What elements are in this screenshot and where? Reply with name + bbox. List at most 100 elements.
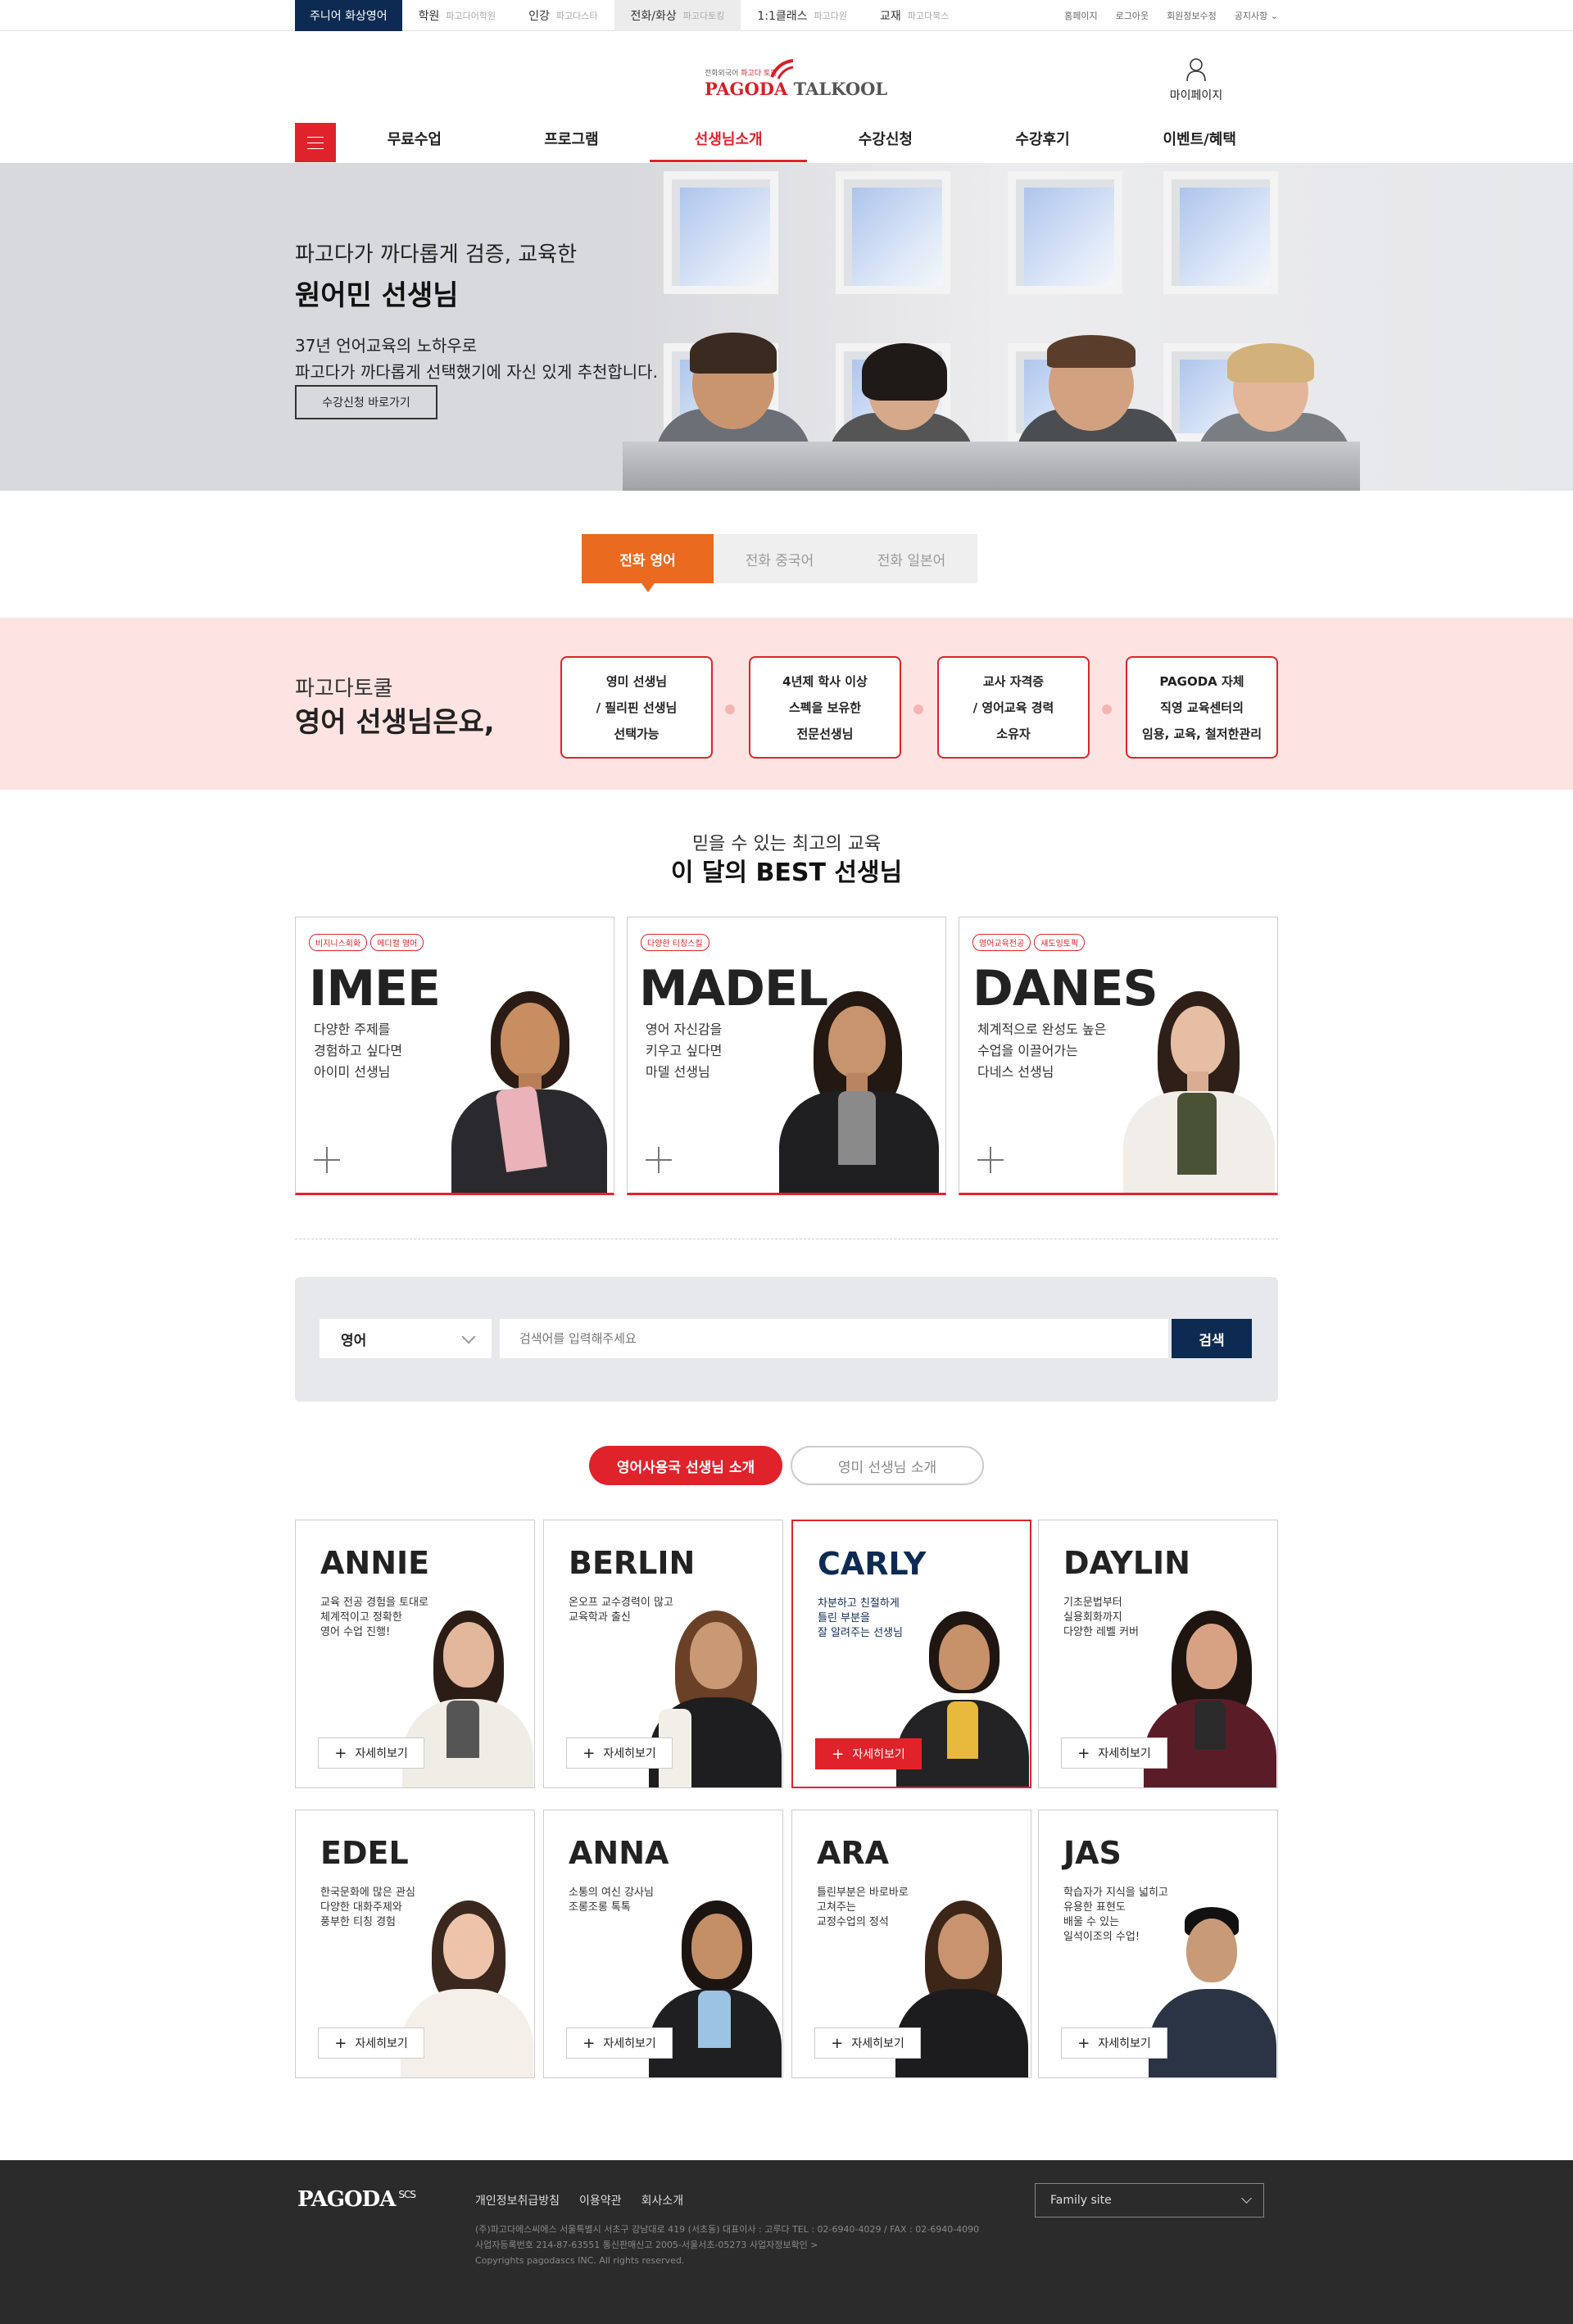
site-tab-one-on-one[interactable]: 1:1클래스 파고다원 [741,0,864,31]
util-notice-label: 공지사항 [1234,11,1268,21]
desc-line: 일석이조의 수업! [1063,1931,1140,1943]
teacher-photo [443,991,614,1193]
site-tab-phone[interactable]: 전화/화상 파고다토킹 [614,0,741,31]
site-tab-label: 1:1클래스 [757,10,808,23]
footer-info-line: (주)파고다에스씨에스 서울특별시 서초구 강남대로 419 (서초동) 대표이… [475,2224,980,2235]
teacher-photo [1115,991,1277,1193]
footer-links: 개인정보취급방침 이용약관 회사소개 [475,2192,683,2208]
desc-line: 한국문화에 많은 관심 [320,1887,415,1899]
detail-button[interactable]: + 자세히보기 [566,2027,673,2059]
teacher-desc: 다양한 주제를 경험하고 싶다면 아이미 선생님 [314,1019,402,1083]
desc-line: 다양한 대화주제와 [320,1901,402,1914]
teacher-name: ARA [817,1835,890,1871]
desc-line: 영어 자신감을 [646,1022,723,1037]
best-teacher-card[interactable]: 비지니스회화 메디컬 영어 IMEE 다양한 주제를 경험하고 싶다면 아이미 선생님 [295,917,614,1195]
detail-button[interactable]: + 자세히보기 [815,1738,922,1769]
desc-line: 교정수업의 정석 [817,1916,889,1928]
nav-item-reviews[interactable]: 수강후기 [964,121,1122,162]
nav-item-teachers[interactable]: 선생님소개 [650,121,807,162]
best-teacher-card[interactable]: 영어교육전공 섀도잉토픽 DANES 체계적으로 완성도 높은 수업을 이끌어가는 다… [959,917,1278,1195]
desc-line: 배울 수 있는 [1063,1916,1120,1928]
teacher-card[interactable]: BERLIN 온오프 교수경력이 많고 교육학과 출신 + 자세히보기 [543,1520,783,1788]
desc-line: 다네스 선생님 [977,1064,1054,1080]
detail-button-label: 자세히보기 [603,1747,656,1760]
feature-line: 임용, 교육, 철저한관리 [1141,726,1262,741]
teacher-card[interactable]: EDEL 한국문화에 많은 관심 다양한 대화주제와 풍부한 티칭 경험 + 자세히보… [295,1810,535,2078]
feature-line: 소유자 [996,726,1031,741]
footer-info-line: Copyrights pagodascs INC. All rights res… [475,2255,685,2266]
tag: 비지니스회화 [309,934,368,951]
footer-link-privacy[interactable]: 개인정보취급방침 [475,2192,560,2208]
enroll-shortcut-button[interactable]: 수강신청 바로가기 [295,385,437,419]
plus-icon: + [831,2034,844,2052]
top-utility-bar: 주니어 화상영어 학원 파고다어학원 인강 파고다스타 전화/화상 파고다토킹 1:1… [0,0,1573,31]
feature-separator-dot [725,704,735,714]
mypage-link[interactable]: 마이페이지 [1163,57,1229,103]
detail-button[interactable]: + 자세히보기 [318,2027,424,2059]
teacher-name: ANNA [569,1835,669,1871]
search-button[interactable]: 검색 [1172,1319,1252,1358]
site-tab-books[interactable]: 교재 파고다북스 [864,0,965,31]
footer-link-terms[interactable]: 이용약관 [579,2192,622,2208]
detail-button[interactable]: + 자세히보기 [566,1737,673,1769]
hero-banner [0,163,1573,491]
feature-line: 영미 선생님 [605,673,668,689]
feature-box: PAGODA 자체 직영 교육센터의 임용, 교육, 철저한관리 [1126,656,1278,759]
logo-sub-2: 파고다 토킹 [741,70,777,78]
footer-logo-sup: SCS [398,2189,416,2201]
family-site-select[interactable]: Family site [1035,2183,1264,2218]
filter-tab-english-speaking[interactable]: 영어사용국 선생님 소개 [589,1446,782,1485]
util-logout-link[interactable]: 로그아웃 [1116,9,1149,22]
site-tab-academy[interactable]: 학원 파고다어학원 [402,0,513,31]
desc-line: 영어 수업 진행! [320,1626,391,1638]
tab-phone-chinese[interactable]: 전화 중국어 [714,534,845,583]
hero-line2: 원어민 선생님 [295,279,459,312]
util-home-link[interactable]: 홈페이지 [1064,9,1097,22]
teacher-card[interactable]: CARLY 차분하고 친절하게 틀린 부분을 잘 알려주는 선생님 + 자세히보기 [791,1520,1031,1788]
detail-button[interactable]: + 자세히보기 [318,1737,424,1769]
nav-item-enroll[interactable]: 수강신청 [807,121,964,162]
tab-phone-english[interactable]: 전화 영어 [582,534,714,592]
search-input[interactable] [500,1319,1168,1358]
plus-icon: + [583,2034,596,2052]
teacher-card[interactable]: ANNA 소통의 여신 강사님 조롱조롱 톡톡 + 자세히보기 [543,1810,783,2078]
teacher-card[interactable]: JAS 학습자가 지식을 넓히고 유용한 표현도 배울 수 있는 일석이조의 수업! … [1038,1810,1278,2078]
hamburger-menu-button[interactable] [295,123,336,162]
desc-line: 다양한 주제를 [314,1022,391,1037]
best-teacher-card[interactable]: 다양한 티칭스킬 MADEL 영어 자신감을 키우고 싶다면 마델 선생님 [627,917,946,1195]
footer-link-company[interactable]: 회사소개 [641,2192,684,2208]
nav-item-free-class[interactable]: 무료수업 [336,121,493,162]
desc-line: 온오프 교수경력이 많고 [569,1597,673,1609]
tab-phone-japanese[interactable]: 전화 일본어 [845,534,977,583]
util-profile-edit-link[interactable]: 회원정보수정 [1167,9,1217,22]
desc-line: 틀린 부분을 [818,1612,870,1624]
teacher-card[interactable]: ARA 틀린부분은 바로바로 고쳐주는 교정수업의 정석 + 자세히보기 [791,1810,1031,2078]
site-logo[interactable]: 전화외국어 파고다 토킹 PAGODA TALKOOL [705,57,887,100]
site-tab-junior[interactable]: 주니어 화상영어 [295,0,402,31]
detail-button[interactable]: + 자세히보기 [1061,1737,1167,1769]
detail-button[interactable]: + 자세히보기 [814,2027,921,2059]
tag: 섀도잉토픽 [1034,934,1086,951]
plus-icon: + [583,1744,596,1762]
teacher-card[interactable]: ANNIE 교육 전공 경험을 토대로 체계적이고 정확한 영어 수업 진행! + 자… [295,1520,535,1788]
hero-background-image [623,163,1573,491]
desc-line: 교육 전공 경험을 토대로 [320,1597,428,1609]
desc-line: 다양한 레벨 커버 [1063,1626,1139,1638]
detail-button[interactable]: + 자세히보기 [1061,2027,1167,2059]
nav-item-program[interactable]: 프로그램 [493,121,651,162]
desc-line: 교육학과 출신 [569,1611,631,1624]
util-notice-link[interactable]: 공지사항 ⌄ [1235,9,1278,22]
hero-line3: 37년 언어교육의 노하우로 파고다가 까다롭게 선택했기에 자신 있게 추천합니… [295,333,658,385]
filter-tab-native[interactable]: 영미 선생님 소개 [791,1446,984,1485]
language-select-value: 영어 [341,1332,367,1349]
feature-line: / 영어교육 경력 [972,700,1054,715]
plus-icon [646,1147,672,1173]
site-tab-online[interactable]: 인강 파고다스타 [512,0,614,31]
teacher-card[interactable]: DAYLIN 기초문법부터 실용회화까지 다양한 레벨 커버 + 자세히보기 [1038,1520,1278,1788]
footer-logo[interactable]: PAGODA SCS [297,2187,416,2212]
logo-wordmark: PAGODA TALKOOL [705,79,887,99]
tag-list: 비지니스회화 메디컬 영어 [309,934,424,951]
language-select[interactable]: 영어 [320,1319,492,1358]
feature-separator-dot [1102,704,1112,714]
nav-item-events[interactable]: 이벤트/혜택 [1121,121,1278,162]
